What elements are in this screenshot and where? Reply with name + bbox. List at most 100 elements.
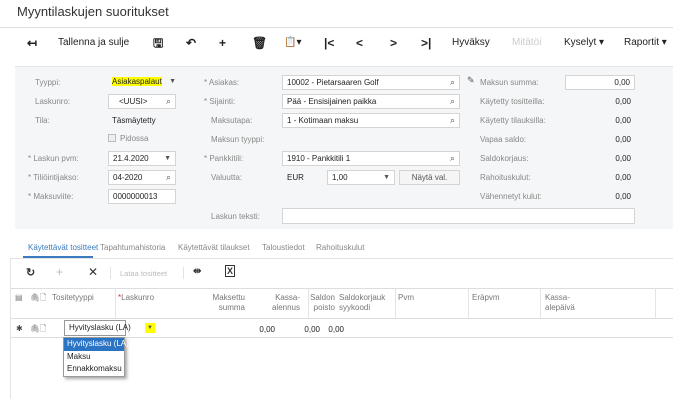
summary-label: Saldokorjaus: bbox=[480, 154, 529, 163]
tab-tapahtumahistoria[interactable]: Tapahtumahistoria bbox=[100, 243, 165, 252]
col-saldon-poisto[interactable]: Saldon poisto bbox=[290, 293, 335, 313]
tab-kaytettavat-tositteet[interactable]: Käytettävät tositteet bbox=[28, 243, 98, 252]
maksutapa-input[interactable]: 1 - Kotimaan maksu ⌕ bbox=[282, 113, 460, 128]
laskun-teksti-label: Laskun teksti: bbox=[211, 212, 260, 221]
back-icon[interactable]: ↤ bbox=[27, 36, 37, 50]
delete-icon[interactable]: 🗑 bbox=[252, 36, 267, 50]
save-close-button[interactable]: Tallenna ja sulje bbox=[58, 36, 129, 50]
add-row-icon: + bbox=[56, 265, 64, 279]
tiliointijakso-label: * Tiliöintijakso: bbox=[28, 173, 79, 182]
sijainti-value: Pää - Ensisijainen paikka bbox=[287, 97, 377, 106]
note-icon[interactable]: 🗋 bbox=[40, 324, 46, 334]
form-panel bbox=[15, 66, 673, 229]
divider bbox=[540, 288, 541, 318]
tab-rahoituskulut[interactable]: Rahoituskulut bbox=[316, 243, 364, 252]
summary-label: Käytetty tositteilla: bbox=[480, 97, 545, 106]
excel-export-icon[interactable]: X bbox=[225, 265, 236, 277]
asiakas-value: 10002 - Pietarsaaren Golf bbox=[287, 78, 379, 87]
show-currency-button[interactable]: Näytä val. bbox=[399, 170, 460, 185]
tyyppi-label: Tyyppi: bbox=[35, 78, 61, 87]
search-icon[interactable]: ⌕ bbox=[166, 171, 171, 184]
col-kassa-alepaiva[interactable]: Kassa-alepäivä bbox=[545, 293, 575, 313]
divider bbox=[395, 288, 396, 318]
tositetyyppi-select[interactable]: Hyvityslasku (LA) bbox=[64, 320, 131, 336]
search-icon[interactable]: ⌕ bbox=[450, 152, 455, 165]
search-icon[interactable]: ⌕ bbox=[166, 95, 171, 108]
search-icon[interactable]: ⌕ bbox=[450, 95, 455, 108]
sijainti-input[interactable]: Pää - Ensisijainen paikka ⌕ bbox=[282, 94, 460, 109]
maksun-summa-input[interactable]: 0,00 bbox=[565, 75, 635, 90]
laskun-pvm-input[interactable]: 21.4.2020 ▼ bbox=[108, 151, 176, 166]
summary-value: 0,00 bbox=[615, 135, 631, 144]
next-icon[interactable]: > bbox=[390, 36, 397, 50]
cancel-button: Mitätöi bbox=[512, 37, 542, 48]
tositetyyppi-value: Hyvityslasku (LA) bbox=[69, 323, 131, 332]
pankkitili-label: * Pankkitili: bbox=[204, 154, 244, 163]
tyyppi-select[interactable]: Asiakaspalaut ▼ bbox=[108, 75, 176, 90]
search-icon[interactable]: ⌕ bbox=[450, 114, 455, 127]
summary-value: 0,00 bbox=[615, 97, 631, 106]
tila-value: Täsmäytetty bbox=[112, 116, 156, 125]
col-text: Maksettu bbox=[212, 293, 245, 302]
tiliointijakso-input[interactable]: 04-2020 ⌕ bbox=[108, 170, 176, 185]
first-icon[interactable]: |< bbox=[324, 36, 334, 50]
refresh-icon[interactable]: ↻ bbox=[26, 266, 35, 279]
chevron-down-icon[interactable]: ▼ bbox=[164, 152, 171, 165]
pidossa-checkbox[interactable]: Pidossa bbox=[108, 133, 148, 145]
attachment-icon: 🖇 bbox=[30, 293, 41, 302]
laskunro-input[interactable]: <UUSI> ⌕ bbox=[108, 94, 176, 109]
undo-icon[interactable]: ↶ bbox=[186, 36, 196, 50]
page-title: Myyntilaskujen suoritukset bbox=[17, 4, 169, 19]
reports-menu[interactable]: Raportit ▾ bbox=[624, 36, 667, 50]
col-saldokorjaus[interactable]: Saldokorjauk syykoodi bbox=[339, 293, 385, 313]
fit-columns-icon[interactable]: ⇹ bbox=[193, 266, 201, 277]
edit-icon[interactable]: ✎ bbox=[467, 75, 475, 86]
approve-button[interactable]: Hyväksy bbox=[452, 36, 490, 50]
col-tositetyyppi[interactable]: Tositetyyppi bbox=[52, 293, 94, 303]
kurssi-select[interactable]: 1,00 ▼ bbox=[327, 170, 395, 185]
laskun-teksti-input[interactable] bbox=[282, 208, 635, 224]
tab-taloustiedot[interactable]: Taloustiedot bbox=[262, 243, 305, 252]
delete-row-icon[interactable]: ✕ bbox=[88, 265, 98, 279]
tab-kaytettavat-tilaukset[interactable]: Käytettävät tilaukset bbox=[178, 243, 250, 252]
col-erapvm[interactable]: Eräpvm bbox=[472, 293, 500, 303]
queries-label: Kyselyt bbox=[564, 37, 597, 48]
valuutta-value: EUR bbox=[287, 173, 304, 182]
divider bbox=[308, 288, 309, 318]
last-icon[interactable]: >| bbox=[421, 36, 431, 50]
col-laskunro[interactable]: *Laskunro bbox=[118, 293, 154, 303]
pankkitili-input[interactable]: 1910 - Pankkitili 1 ⌕ bbox=[282, 151, 460, 166]
prev-icon[interactable]: < bbox=[356, 36, 363, 50]
checkbox-icon[interactable] bbox=[108, 134, 116, 142]
divider bbox=[10, 258, 673, 259]
maksutapa-value: 1 - Kotimaan maksu bbox=[287, 116, 359, 125]
add-icon[interactable]: + bbox=[219, 36, 226, 50]
maksun-tyyppi-label: Maksun tyyppi: bbox=[211, 135, 265, 144]
divider bbox=[10, 288, 673, 289]
summary-value: 0,00 bbox=[615, 116, 631, 125]
save-icon[interactable]: 🖫 bbox=[153, 36, 163, 50]
maksuviite-input[interactable]: 0000000013 bbox=[108, 189, 176, 204]
dropdown-option[interactable]: Hyvityslasku (LA) bbox=[64, 338, 129, 351]
search-icon[interactable]: ⌕ bbox=[450, 76, 455, 89]
col-laskunro-text: Laskunro bbox=[121, 293, 155, 302]
chevron-down-icon[interactable]: ▼ bbox=[145, 323, 155, 333]
attachment-icon[interactable]: 🖇 bbox=[30, 324, 40, 334]
dropdown-option[interactable]: Maksu bbox=[64, 351, 124, 364]
queries-menu[interactable]: Kyselyt ▾ bbox=[564, 36, 604, 50]
tila-label: Tila: bbox=[35, 116, 50, 125]
clipboard-icon[interactable]: 📋▾ bbox=[284, 36, 301, 50]
document-icon: 🗋 bbox=[40, 293, 47, 302]
tiliointijakso-text: Tiliöintijakso: bbox=[33, 173, 79, 182]
col-maksettu-summa[interactable]: Maksettu summa bbox=[195, 293, 245, 313]
asiakas-label: * Asiakas: bbox=[204, 78, 240, 87]
dropdown-option[interactable]: Ennakkomaksu bbox=[64, 363, 124, 376]
summary-value: 0,00 bbox=[615, 173, 631, 182]
laskunro-label: Laskunro: bbox=[35, 97, 71, 106]
summary-value: 0,00 bbox=[615, 154, 631, 163]
load-documents-button: Lataa tositteet bbox=[120, 269, 168, 278]
col-pvm[interactable]: Pvm bbox=[398, 293, 414, 303]
asiakas-input[interactable]: 10002 - Pietarsaaren Golf ⌕ bbox=[282, 75, 460, 90]
maksuviite-label: * Maksuviite: bbox=[28, 192, 74, 201]
laskun-pvm-text: Laskun pvm: bbox=[33, 154, 79, 163]
